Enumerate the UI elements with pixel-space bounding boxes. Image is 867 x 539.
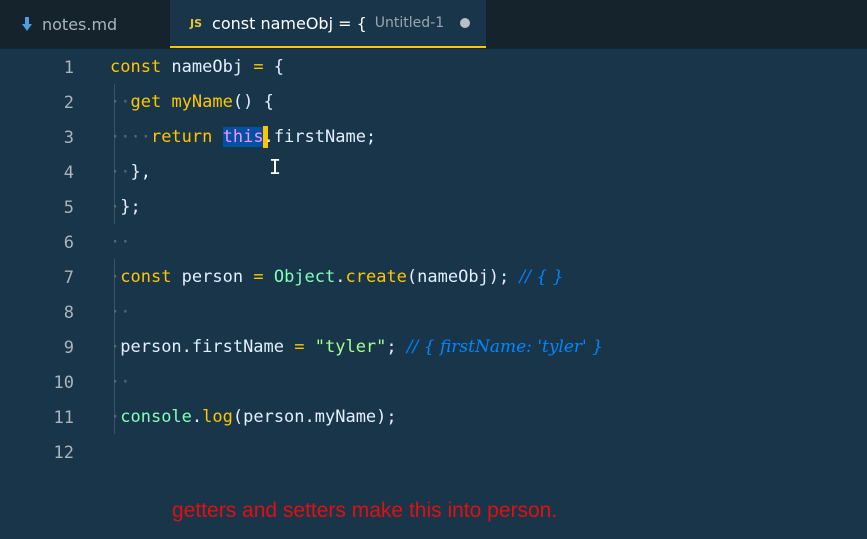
ibeam-cursor-icon: I	[269, 155, 282, 179]
text-cursor	[262, 126, 268, 148]
code-line-3: ····return this.firstName;	[110, 126, 377, 148]
line-number: 6	[63, 233, 74, 253]
line-number: 4	[63, 163, 74, 183]
tab-sublabel: Untitled-1	[374, 15, 445, 31]
code-line-8: ··	[110, 302, 131, 322]
line-number: 10	[53, 373, 74, 393]
line-number: 12	[53, 443, 74, 463]
editor-window: notes.md JS const nameObj = { Untitled-1…	[0, 0, 867, 539]
line-number: 11	[53, 408, 74, 428]
code-line-6: ··	[110, 232, 131, 252]
unsaved-dot-icon[interactable]	[460, 18, 471, 28]
tab-notes-md[interactable]: notes.md	[0, 0, 170, 48]
selected-this-keyword[interactable]: this	[222, 127, 264, 147]
line-number: 8	[63, 303, 74, 323]
line-number: 9	[63, 338, 74, 358]
tab-label: notes.md	[42, 14, 118, 34]
code-area[interactable]: const nameObj = { ··get myName() { ····r…	[110, 49, 867, 539]
line-number: 1	[63, 58, 74, 78]
markdown-download-icon	[22, 17, 32, 31]
code-line-9: ·person.firstName = "tyler"; // { firstN…	[110, 337, 603, 357]
code-line-5: ·};	[110, 197, 141, 217]
javascript-icon: JS	[190, 16, 203, 30]
line-number: 5	[63, 198, 74, 218]
line-number: 7	[63, 268, 74, 288]
code-line-10: ··	[110, 372, 131, 392]
code-line-11: ·console.log(person.myName);	[110, 407, 397, 427]
line-number: 3	[63, 128, 74, 148]
code-line-7: ·const person = Object.create(nameObj); …	[110, 267, 564, 287]
red-annotation-text: getters and setters make this into perso…	[172, 499, 558, 522]
line-number-gutter: 1 2 3 4 5 6 7 8 9 10 11 12	[0, 49, 100, 539]
code-editor[interactable]: 1 2 3 4 5 6 7 8 9 10 11 12 const nameObj…	[0, 49, 867, 539]
code-line-2: ··get myName() {	[110, 92, 274, 112]
tab-untitled-1[interactable]: JS const nameObj = { Untitled-1	[170, 0, 486, 48]
line-number: 2	[63, 93, 74, 113]
code-line-1: const nameObj = {	[110, 57, 285, 77]
code-line-4: ··},	[110, 162, 151, 182]
tab-label: const nameObj = {	[212, 13, 367, 33]
tab-bar: notes.md JS const nameObj = { Untitled-1	[0, 0, 867, 49]
